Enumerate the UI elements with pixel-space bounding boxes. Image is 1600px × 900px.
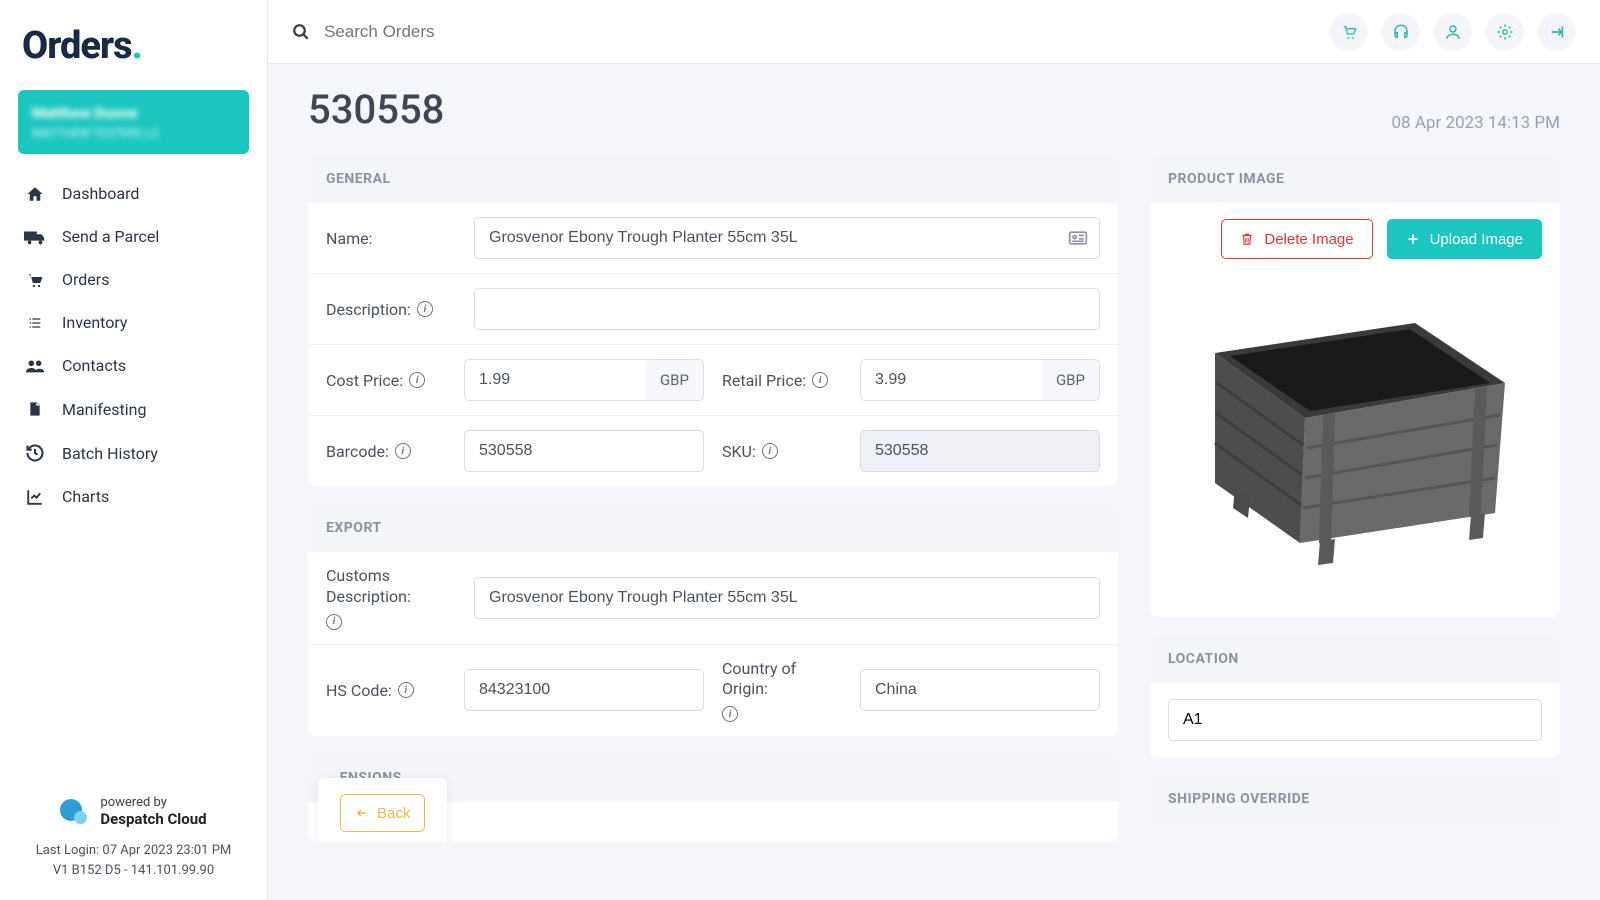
sidebar-item-label: Batch History [62,444,158,463]
customs-label: Customs Description:i [326,566,456,630]
sidebar-item-manifesting[interactable]: Manifesting [12,387,255,431]
country-origin-input[interactable] [860,669,1100,711]
back-button[interactable]: Back [340,794,425,832]
name-input[interactable] [474,217,1100,259]
button-label: Delete Image [1264,231,1353,248]
logo-text: Orders [22,24,132,68]
sku-input [860,430,1100,472]
logo-dot: . [132,24,142,68]
topbar-support-button[interactable] [1382,13,1420,51]
topbar [268,0,1600,64]
back-float: Back [318,778,447,842]
info-icon[interactable]: i [762,443,778,459]
card-title: SHIPPING OVERRIDE [1150,775,1560,823]
sidebar-item-batch-history[interactable]: Batch History [12,431,255,475]
despatch-logo-icon [60,799,90,825]
topbar-cart-button[interactable] [1330,13,1368,51]
info-icon[interactable]: i [417,301,433,317]
sidebar-item-label: Dashboard [62,184,139,203]
user-card[interactable]: Matthew Dunne MATTHEW TESTERS LC [18,90,249,154]
info-icon[interactable]: i [398,682,414,698]
topbar-profile-button[interactable] [1434,13,1472,51]
barcode-label: Barcode:i [326,442,446,461]
info-icon[interactable]: i [395,443,411,459]
sidebar-item-inventory[interactable]: Inventory [12,301,255,344]
list-icon [24,315,46,331]
search-input[interactable] [324,22,644,42]
sidebar-item-label: Orders [62,270,109,289]
delete-image-button[interactable]: Delete Image [1221,219,1372,259]
sidebar-item-charts[interactable]: Charts [12,475,255,518]
back-label: Back [377,805,410,822]
card-title: PRODUCT IMAGE [1150,155,1560,203]
sidebar-item-label: Inventory [62,313,128,332]
hs-code-input[interactable] [464,669,704,711]
info-icon[interactable]: i [812,372,828,388]
location-input[interactable] [1168,699,1542,741]
version-info: V1 B152 D5 - 141.101.99.90 [20,861,247,881]
cost-price-label: Cost Price:i [326,371,446,390]
card-picker-icon[interactable] [1068,230,1088,246]
location-card: LOCATION [1150,635,1560,757]
sidebar-item-label: Contacts [62,356,126,375]
info-icon[interactable]: i [722,706,738,722]
customs-description-input[interactable] [474,577,1100,619]
truck-icon [24,229,46,245]
powered-by: powered by Despatch Cloud [20,796,247,827]
retail-price-label: Retail Price:i [722,371,842,390]
export-card: EXPORT Customs Description:i HS Code:i [308,504,1118,736]
home-icon [24,185,46,203]
history-icon [24,443,46,463]
app-logo: Orders. [12,18,255,86]
upload-image-button[interactable]: Upload Image [1387,219,1542,259]
description-input[interactable] [474,288,1100,330]
page-timestamp: 08 Apr 2023 14:13 PM [1392,113,1561,133]
topbar-settings-button[interactable] [1486,13,1524,51]
page-title: 530558 [308,86,444,133]
info-icon[interactable]: i [409,372,425,388]
sidebar-item-label: Charts [62,487,109,506]
user-company: MATTHEW TESTERS LC [32,126,235,140]
currency-suffix: GBP [1042,359,1100,401]
hs-code-label: HS Code:i [326,681,446,700]
info-icon[interactable]: i [326,614,342,630]
last-login: Last Login: 07 Apr 2023 23:01 PM [20,841,247,861]
sidebar: Orders. Matthew Dunne MATTHEW TESTERS LC… [0,0,268,900]
currency-suffix: GBP [646,359,704,401]
shipping-override-card: SHIPPING OVERRIDE [1150,775,1560,823]
coo-label: Country of Origin:i [722,659,842,723]
card-title: LOCATION [1150,635,1560,683]
name-label: Name: [326,229,456,248]
powered-label: powered by [100,796,206,810]
general-card: GENERAL Name: Description:i [308,155,1118,486]
sku-label: SKU:i [722,442,842,461]
sidebar-nav: Dashboard Send a Parcel Orders Inventory… [12,172,255,518]
sidebar-item-label: Manifesting [62,400,146,419]
user-name: Matthew Dunne [32,104,235,122]
cost-price-input[interactable] [464,359,646,401]
product-image [1168,273,1542,601]
description-label: Description:i [326,300,456,319]
sidebar-footer: powered by Despatch Cloud Last Login: 07… [12,796,255,888]
chart-icon [24,488,46,506]
file-icon [24,399,46,419]
users-icon [24,358,46,374]
barcode-input[interactable] [464,430,704,472]
topbar-logout-button[interactable] [1538,13,1576,51]
powered-name: Despatch Cloud [100,811,206,828]
cart-icon [24,271,46,289]
button-label: Upload Image [1430,231,1523,248]
sidebar-item-dashboard[interactable]: Dashboard [12,172,255,215]
product-image-card: PRODUCT IMAGE Delete Image Upload Image [1150,155,1560,617]
sidebar-item-orders[interactable]: Orders [12,258,255,301]
search-icon [292,23,310,41]
card-title: EXPORT [308,504,1118,552]
sidebar-item-label: Send a Parcel [62,227,159,246]
card-title: GENERAL [308,155,1118,203]
sidebar-item-send-parcel[interactable]: Send a Parcel [12,215,255,258]
retail-price-input[interactable] [860,359,1042,401]
sidebar-item-contacts[interactable]: Contacts [12,344,255,387]
